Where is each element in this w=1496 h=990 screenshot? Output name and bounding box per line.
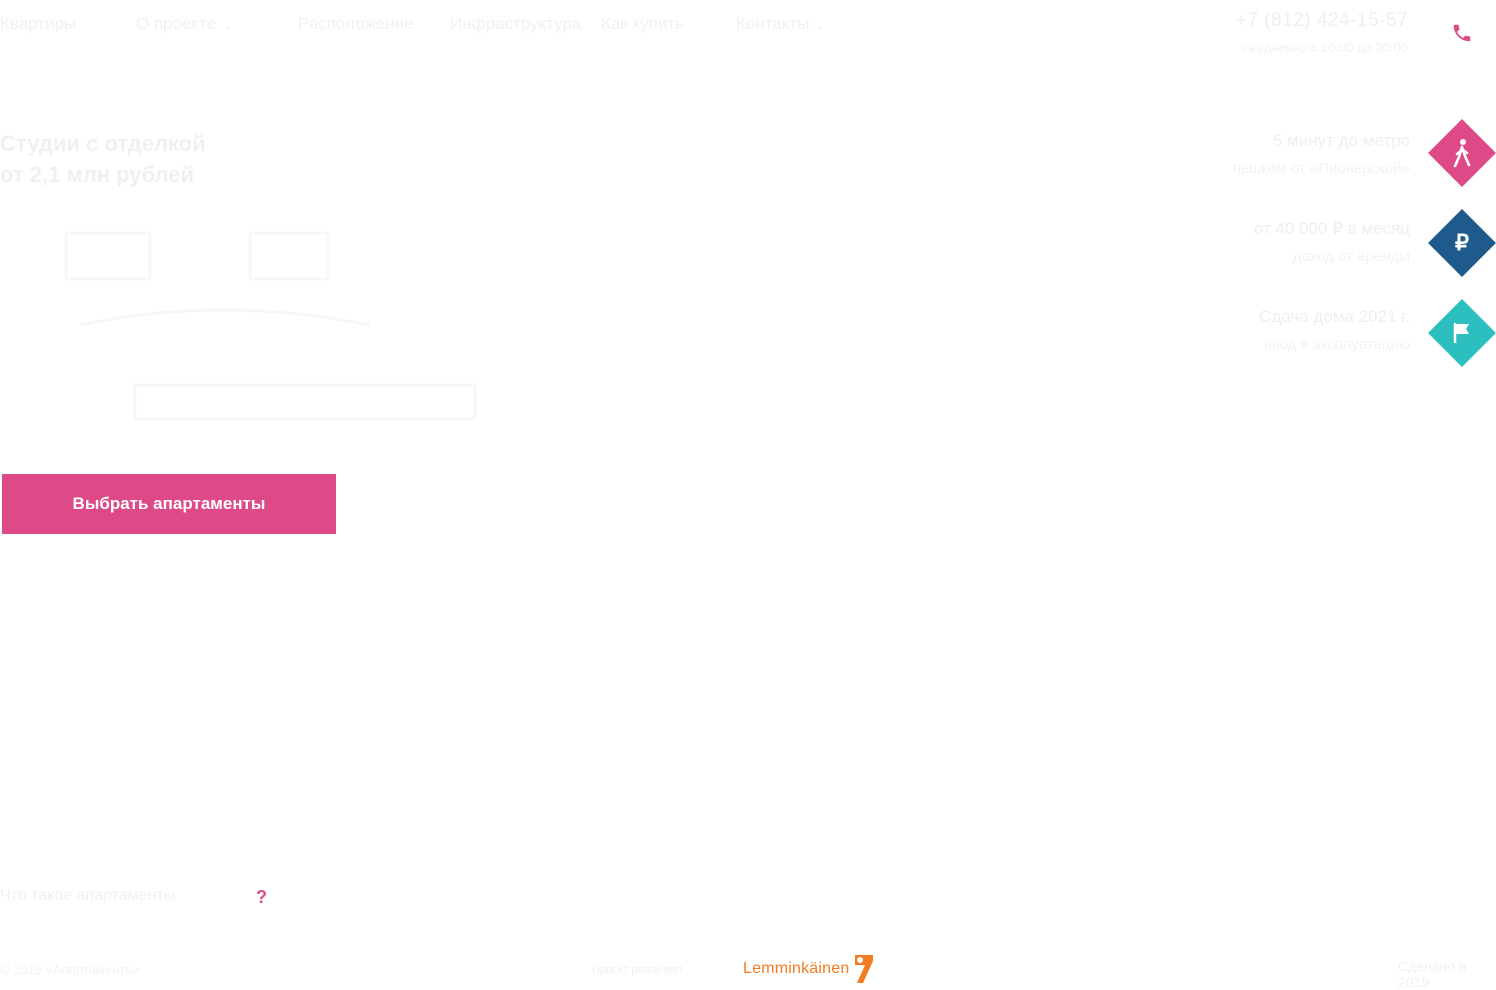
what-are-apartments-link[interactable]: Что такое апартаменты — [0, 887, 175, 905]
choose-apartments-button[interactable]: Выбрать апартаменты — [2, 474, 336, 534]
feature-metro: 5 минут до метро пешком от «Пионерской» — [1233, 131, 1410, 177]
feature-subtitle: ввод в эксплуатацию — [1263, 336, 1410, 353]
nav-item-label: Контакты — [736, 14, 810, 33]
feature-delivery: Сдача дома 2021 г. ввод в эксплуатацию — [1259, 307, 1410, 353]
main-nav: Квартиры О проекте ⌄ Расположение Инфраст… — [0, 14, 900, 38]
chevron-down-icon: ⌄ — [222, 18, 233, 32]
phone-number[interactable]: +7 (812) 424-15-57 — [1236, 10, 1408, 32]
decorative-graphic — [64, 231, 477, 421]
developer-name: Lemminkäinen — [743, 960, 850, 977]
phone-icon[interactable] — [1451, 22, 1473, 44]
nav-item-location[interactable]: Расположение — [298, 14, 414, 34]
footer-credit: Сделано в 2019 — [1398, 958, 1467, 990]
working-hours: ежедневно с 10:00 до 20:00 — [1241, 40, 1408, 55]
nav-item-how-to-buy[interactable]: Как купить — [601, 14, 684, 34]
feature-title: Сдача дома 2021 г. — [1259, 307, 1410, 326]
feature-subtitle: доход от аренды — [1292, 248, 1410, 265]
nav-item-contacts[interactable]: Контакты ⌄ — [736, 14, 826, 34]
feature-title: от 40 000 ₽ в месяц — [1253, 219, 1410, 238]
hero-title-line-2: от 2,1 млн рублей — [0, 162, 194, 187]
nav-item-apartments[interactable]: Квартиры — [0, 14, 76, 34]
ruble-icon[interactable]: ₽ — [1428, 209, 1496, 277]
contact-block: +7 (812) 424-15-57 ежедневно с 10:00 до … — [1236, 10, 1408, 55]
feature-subtitle: пешком от «Пионерской» — [1232, 160, 1410, 177]
walking-person-icon[interactable] — [1428, 119, 1496, 187]
developer-logo[interactable]: Lemminkäinen — [743, 953, 877, 985]
copyright: © 2019 «Апартаменты» — [0, 962, 142, 977]
lemminkainen-logo-icon — [855, 955, 874, 983]
hero-title-line-1: Студии с отделкой — [0, 131, 206, 156]
nav-item-about[interactable]: О проекте ⌄ — [136, 14, 232, 34]
ruble-glyph: ₽ — [1455, 230, 1469, 255]
developer-label: Проект реализует — [592, 964, 684, 976]
nav-item-infrastructure[interactable]: Инфраструктура — [450, 14, 581, 34]
nav-item-label: О проекте — [136, 14, 217, 33]
question-mark-icon[interactable]: ? — [256, 887, 267, 908]
flag-icon[interactable] — [1428, 299, 1496, 367]
chevron-down-icon: ⌄ — [815, 18, 826, 32]
feature-rent: от 40 000 ₽ в месяц доход от аренды — [1254, 219, 1410, 265]
hero-title: Студии с отделкой от 2,1 млн рублей — [0, 128, 206, 190]
feature-title: 5 минут до метро — [1272, 131, 1410, 150]
